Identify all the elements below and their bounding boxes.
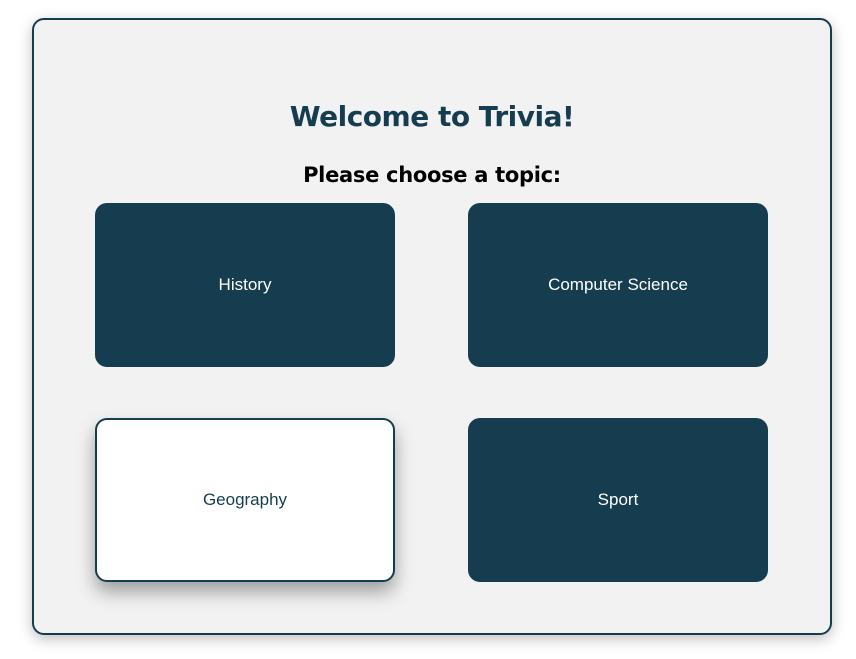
page-subtitle: Please choose a topic: <box>303 163 561 187</box>
topic-button-sport[interactable]: Sport <box>468 418 768 582</box>
trivia-panel: Welcome to Trivia! Please choose a topic… <box>32 18 832 635</box>
topic-button-computer-science[interactable]: Computer Science <box>468 203 768 367</box>
topic-button-geography[interactable]: Geography <box>95 418 395 582</box>
page-title: Welcome to Trivia! <box>289 100 575 133</box>
topic-button-history[interactable]: History <box>95 203 395 367</box>
